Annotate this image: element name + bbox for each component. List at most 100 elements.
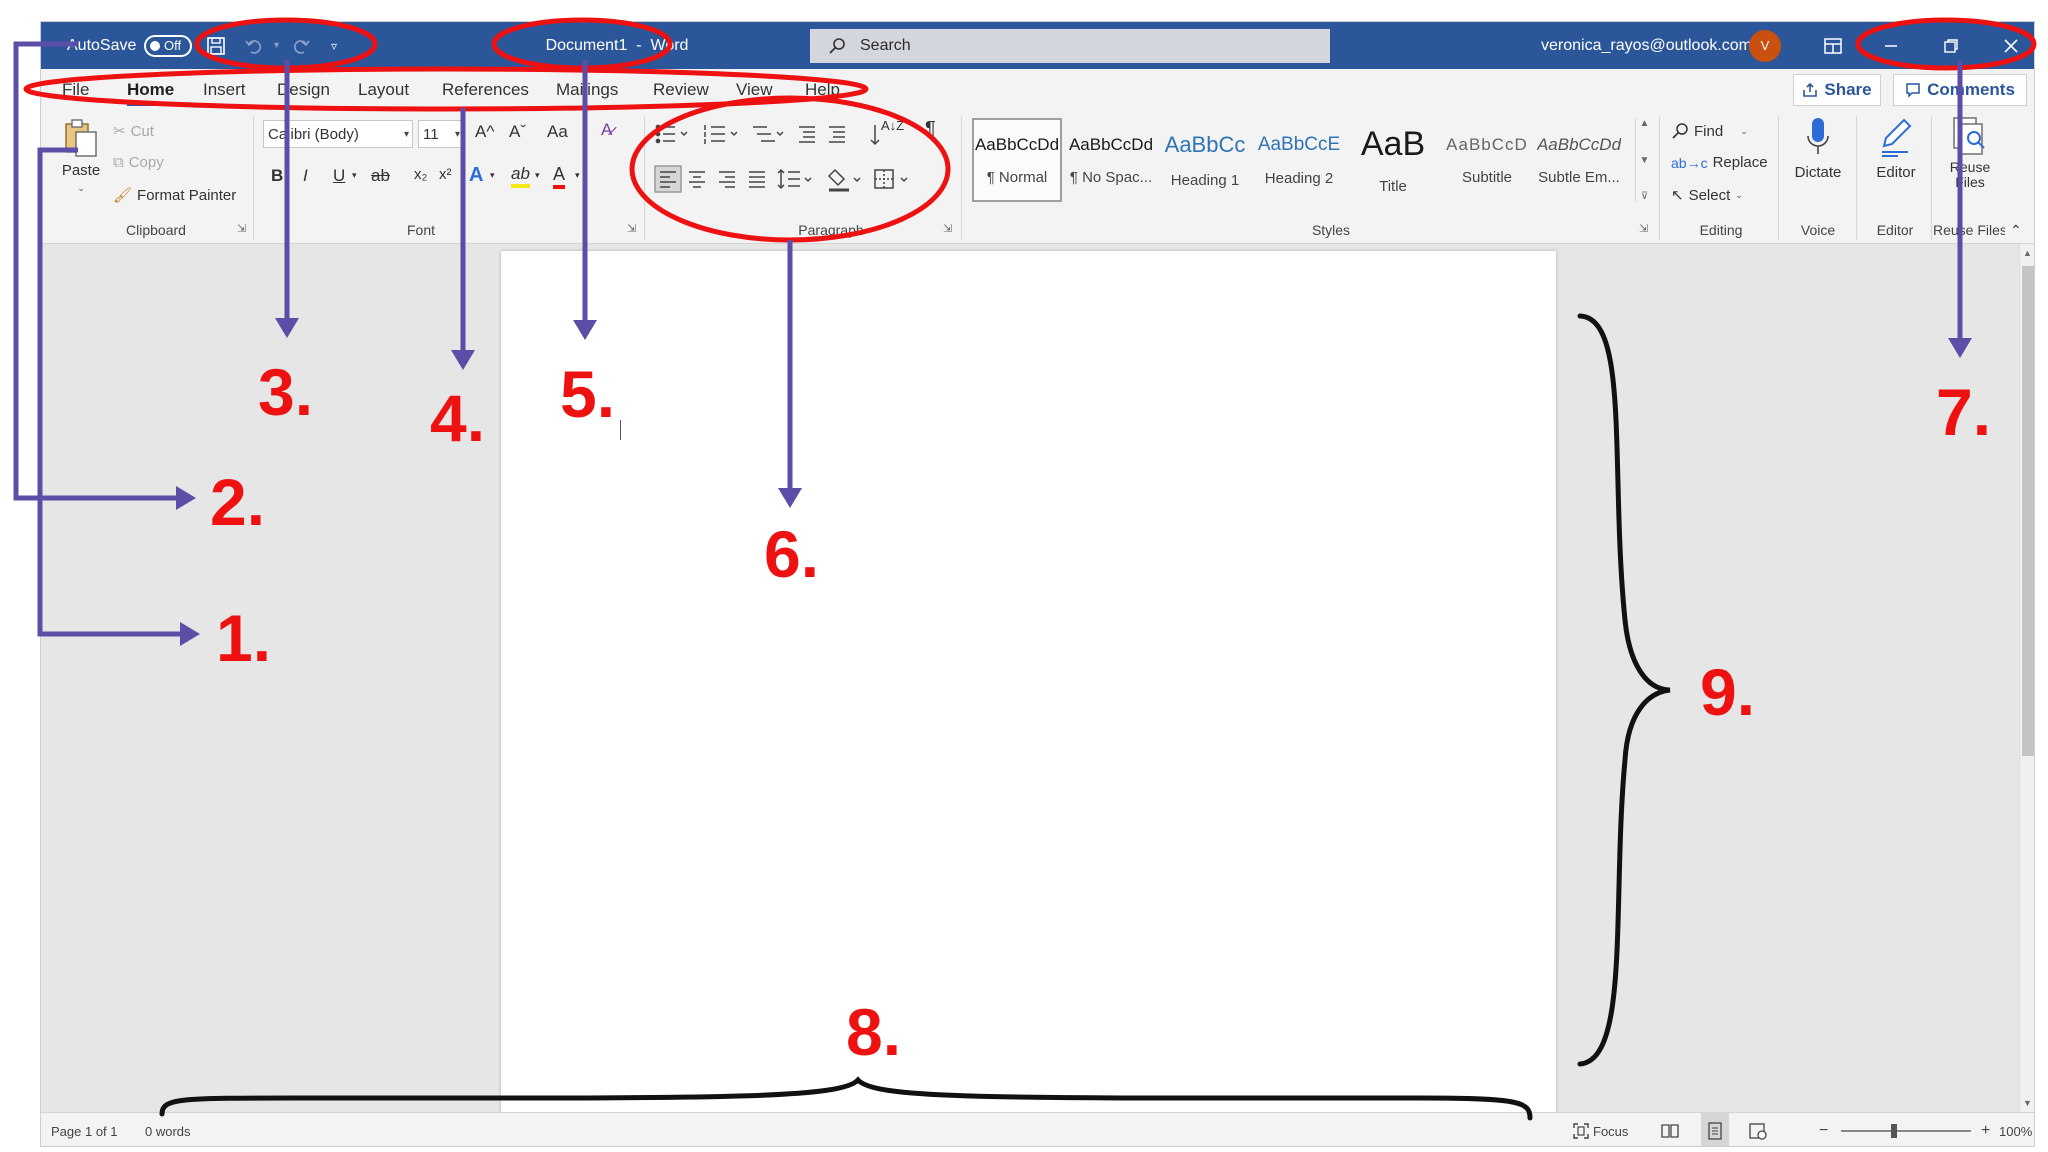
ribbon-display-options-icon[interactable] — [1824, 22, 1842, 69]
font-name-box[interactable]: Calibri (Body) ▾ — [263, 120, 413, 148]
callout-number-7: 7. — [1936, 375, 1992, 449]
tab-design[interactable]: Design — [277, 69, 330, 110]
share-button[interactable]: Share — [1793, 74, 1881, 106]
tab-view[interactable]: View — [736, 69, 773, 110]
tab-home[interactable]: Home — [127, 69, 175, 110]
editor-button[interactable]: Editor — [1861, 116, 1931, 181]
avatar[interactable]: V — [1749, 22, 1781, 69]
underline-button[interactable]: U — [333, 166, 345, 186]
chevron-up-icon[interactable]: ▲ — [1640, 118, 1650, 129]
document-page[interactable] — [501, 251, 1556, 1119]
bold-button[interactable]: B — [271, 166, 283, 186]
tab-insert[interactable]: Insert — [203, 69, 246, 110]
style-title[interactable]: AaB Title — [1348, 118, 1438, 202]
save-icon[interactable] — [206, 22, 226, 69]
chevron-down-icon[interactable]: ▼ — [1640, 155, 1650, 166]
font-launcher-icon[interactable]: ⇲ — [627, 222, 636, 235]
read-mode-icon[interactable] — [1661, 1113, 1679, 1146]
comments-button[interactable]: Comments — [1893, 74, 2027, 106]
shrink-font-button[interactable]: Aˇ — [509, 122, 526, 142]
dictate-button[interactable]: Dictate — [1783, 116, 1853, 181]
tab-file[interactable]: File — [62, 69, 89, 110]
style-subtle-emphasis[interactable]: AaBbCcDd Subtle Em... — [1536, 118, 1622, 202]
zoom-level[interactable]: 100% — [1999, 1113, 2032, 1146]
change-case-button[interactable]: Aa — [547, 122, 568, 142]
customize-qat-icon[interactable]: ▿ — [331, 22, 337, 69]
zoom-slider[interactable] — [1841, 1130, 1971, 1132]
chevron-down-icon[interactable]: ▾ — [490, 170, 495, 181]
undo-dropdown-icon[interactable]: ▾ — [274, 22, 279, 69]
tab-review[interactable]: Review — [653, 69, 709, 110]
zoom-slider-thumb[interactable] — [1891, 1124, 1897, 1138]
show-marks-button[interactable]: ¶ — [925, 118, 936, 141]
zoom-in-button[interactable]: + — [1981, 1113, 1990, 1146]
cut-button[interactable]: ✂ Cut — [113, 122, 154, 141]
style-heading-2[interactable]: AaBbCcE Heading 2 — [1254, 118, 1344, 202]
vertical-scrollbar[interactable]: ▲ ▼ — [2019, 244, 2034, 1112]
strikethrough-button[interactable]: ab — [371, 166, 390, 186]
redo-icon[interactable] — [291, 22, 311, 69]
zoom-out-button[interactable]: − — [1819, 1113, 1828, 1146]
reuse-files-button[interactable]: Reuse Files — [1937, 116, 2003, 191]
select-button[interactable]: ↖ Select ⌄ — [1671, 186, 1743, 205]
search-input[interactable]: Search — [810, 29, 1330, 63]
styles-gallery-scroll[interactable]: ▲ ▼ ⊽ — [1635, 118, 1653, 202]
format-painter-label: Format Painter — [137, 186, 237, 204]
italic-button[interactable]: I — [303, 166, 308, 186]
style-heading-1[interactable]: AaBbCc Heading 1 — [1160, 118, 1250, 202]
underline-dropdown-icon[interactable]: ▾ — [352, 170, 357, 181]
style-name: Heading 2 — [1264, 169, 1334, 187]
style-preview: AaBbCc — [1164, 131, 1246, 157]
clear-formatting-icon[interactable]: A̷ — [601, 120, 612, 140]
chevron-down-icon[interactable]: ▾ — [535, 170, 540, 181]
scroll-down-icon[interactable]: ▼ — [2023, 1098, 2032, 1108]
web-layout-icon[interactable] — [1749, 1113, 1767, 1146]
chevron-down-icon: ⌄ — [1740, 125, 1748, 136]
styles-launcher-icon[interactable]: ⇲ — [1639, 222, 1648, 235]
clipboard-launcher-icon[interactable]: ⇲ — [237, 222, 246, 235]
scroll-up-icon[interactable]: ▲ — [2023, 248, 2032, 258]
copy-button[interactable]: ⧉ Copy — [113, 154, 164, 171]
autosave-toggle[interactable]: Off — [144, 22, 192, 69]
tab-references[interactable]: References — [442, 69, 529, 110]
collapse-ribbon-icon[interactable]: ⌃ — [2010, 222, 2022, 239]
subscript-button[interactable]: x₂ — [414, 166, 427, 183]
paste-dropdown-icon[interactable]: ⌄ — [77, 183, 85, 194]
replace-button[interactable]: ab→c Replace — [1671, 154, 1768, 171]
style-no-spacing[interactable]: AaBbCcDd ¶ No Spac... — [1066, 118, 1156, 202]
tab-layout[interactable]: Layout — [358, 69, 409, 110]
group-label-font: Font — [406, 222, 435, 238]
restore-icon[interactable] — [1943, 22, 1959, 69]
paste-button[interactable]: Paste ⌄ — [55, 118, 107, 194]
scrollbar-thumb[interactable] — [2022, 266, 2034, 756]
highlight-button[interactable]: ab — [511, 164, 530, 188]
font-size-box[interactable]: 11 ▾ — [418, 120, 464, 148]
close-icon[interactable] — [2003, 22, 2019, 69]
tab-mailings[interactable]: Mailings — [556, 69, 618, 110]
sort-label[interactable]: A↓Z — [881, 118, 904, 133]
text-effects-button[interactable]: A — [469, 164, 483, 187]
screenshot-stage: AutoSave Off ▾ ▿ Document1 - Word Search… — [0, 0, 2048, 1152]
account-email[interactable]: veronica_rayos@outlook.com — [1541, 22, 1752, 69]
paragraph-launcher-icon[interactable]: ⇲ — [943, 222, 952, 235]
title-separator: - — [636, 36, 642, 54]
font-color-button[interactable]: A — [553, 164, 566, 189]
find-button[interactable]: Find ⌄ — [1671, 122, 1748, 140]
superscript-button[interactable]: x² — [439, 166, 453, 183]
tab-help[interactable]: Help — [805, 69, 840, 110]
undo-icon[interactable] — [244, 22, 264, 69]
grow-font-button[interactable]: A^ — [475, 122, 494, 142]
style-normal[interactable]: AaBbCcDd ¶ Normal — [972, 118, 1062, 202]
print-layout-icon[interactable] — [1701, 1113, 1729, 1146]
find-label: Find — [1694, 122, 1724, 140]
chevron-down-icon[interactable]: ▾ — [575, 170, 580, 181]
focus-button[interactable]: Focus — [1573, 1113, 1628, 1146]
page-info[interactable]: Page 1 of 1 — [51, 1113, 118, 1146]
word-count[interactable]: 0 words — [145, 1113, 191, 1146]
minimize-icon[interactable] — [1883, 22, 1899, 69]
more-styles-icon[interactable]: ⊽ — [1641, 191, 1648, 202]
style-preview: AaBbCcE — [1257, 133, 1341, 155]
format-painter-button[interactable]: 🖌 Format Painter — [113, 186, 237, 205]
style-subtitle[interactable]: AaBbCcD Subtitle — [1442, 118, 1532, 202]
cut-label: Cut — [130, 122, 154, 140]
